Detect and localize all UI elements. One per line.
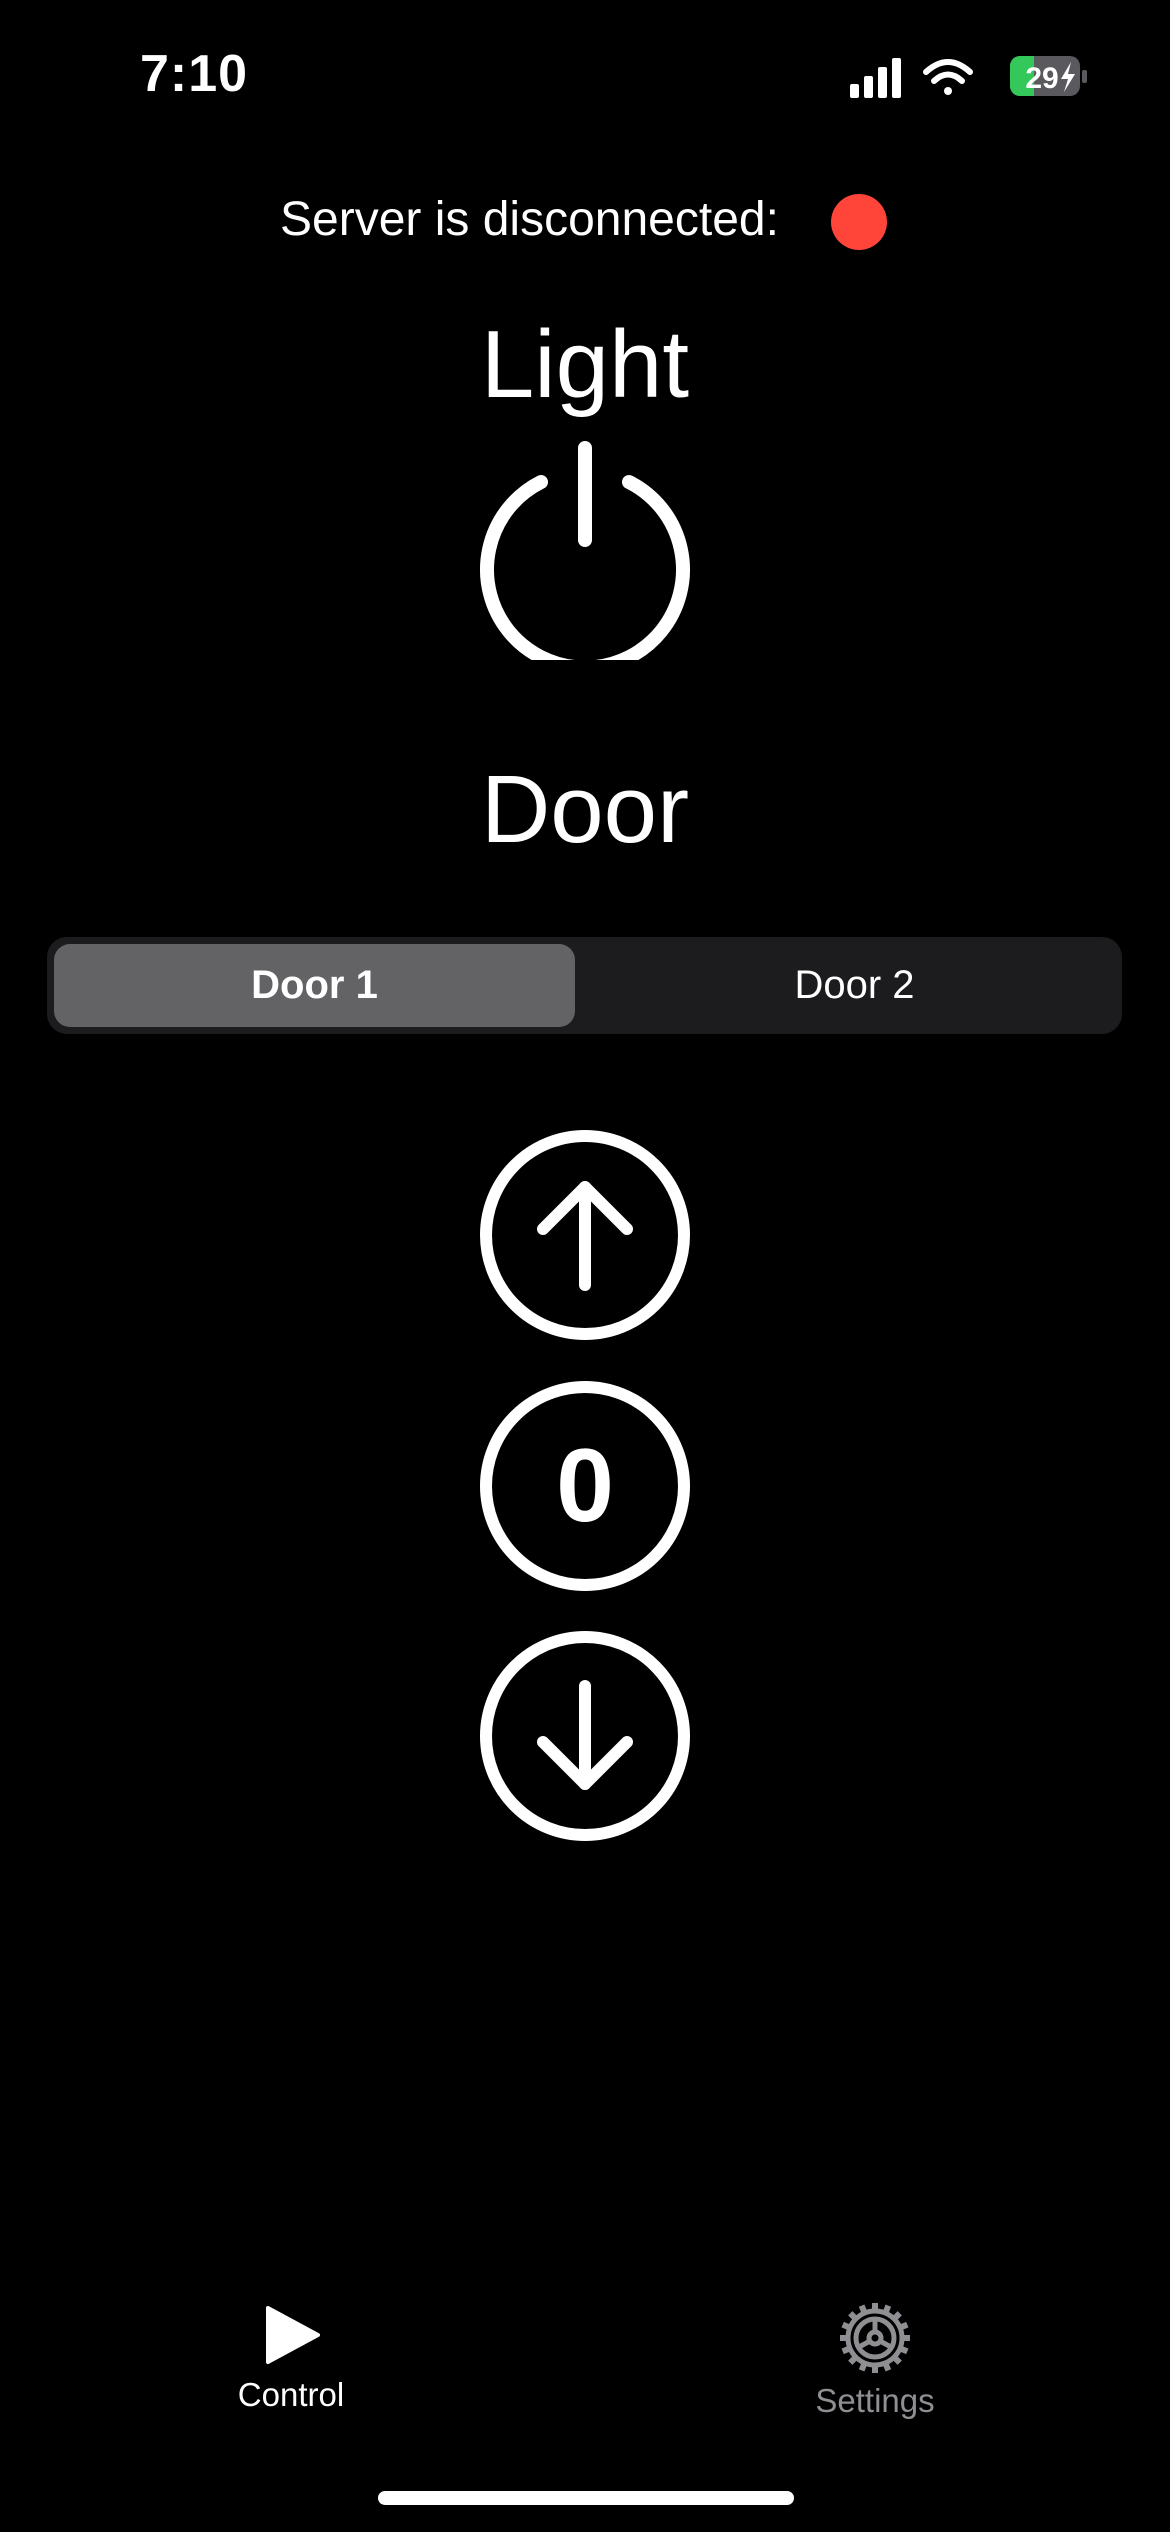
tab-control-label: Control	[237, 2376, 345, 2413]
battery-charging-icon: 29	[1010, 56, 1087, 96]
home-indicator[interactable]	[378, 2491, 794, 2505]
status-icons: 29	[850, 56, 1087, 98]
door-stop-button[interactable]: 0	[475, 1376, 695, 1596]
light-title: Light	[480, 311, 690, 418]
wifi-icon	[923, 59, 973, 95]
door-title: Door	[480, 756, 690, 863]
play-icon	[266, 2306, 320, 2364]
tab-control[interactable]: Control	[181, 2300, 401, 2414]
cellular-signal-icon	[850, 58, 901, 98]
segment-door-1[interactable]: Door 1	[54, 944, 575, 1027]
tab-settings[interactable]: Settings	[765, 2300, 985, 2420]
status-bar: 7:10 29	[0, 0, 1170, 150]
server-status-indicator	[831, 194, 887, 250]
arrow-down-circle-icon	[480, 1631, 690, 1841]
door-segmented-control[interactable]: Door 1 Door 2	[47, 937, 1122, 1034]
svg-text:29: 29	[1025, 62, 1058, 95]
door-up-button[interactable]	[475, 1125, 695, 1345]
power-icon	[480, 441, 690, 660]
server-status-row: Server is disconnected:	[0, 188, 1170, 258]
status-time: 7:10	[140, 45, 249, 103]
gear-icon	[840, 2303, 910, 2373]
segment-door-2[interactable]: Door 2	[594, 944, 1115, 1027]
tab-bar: Control Settings	[0, 2280, 1170, 2480]
door-down-button[interactable]	[475, 1626, 695, 1846]
light-power-button[interactable]	[475, 440, 695, 660]
tab-settings-label: Settings	[815, 2382, 935, 2419]
server-status-label: Server is disconnected:	[280, 193, 779, 246]
zero-circle-icon: 0	[480, 1381, 690, 1591]
svg-text:0: 0	[556, 1428, 614, 1544]
arrow-up-circle-icon	[480, 1130, 690, 1340]
